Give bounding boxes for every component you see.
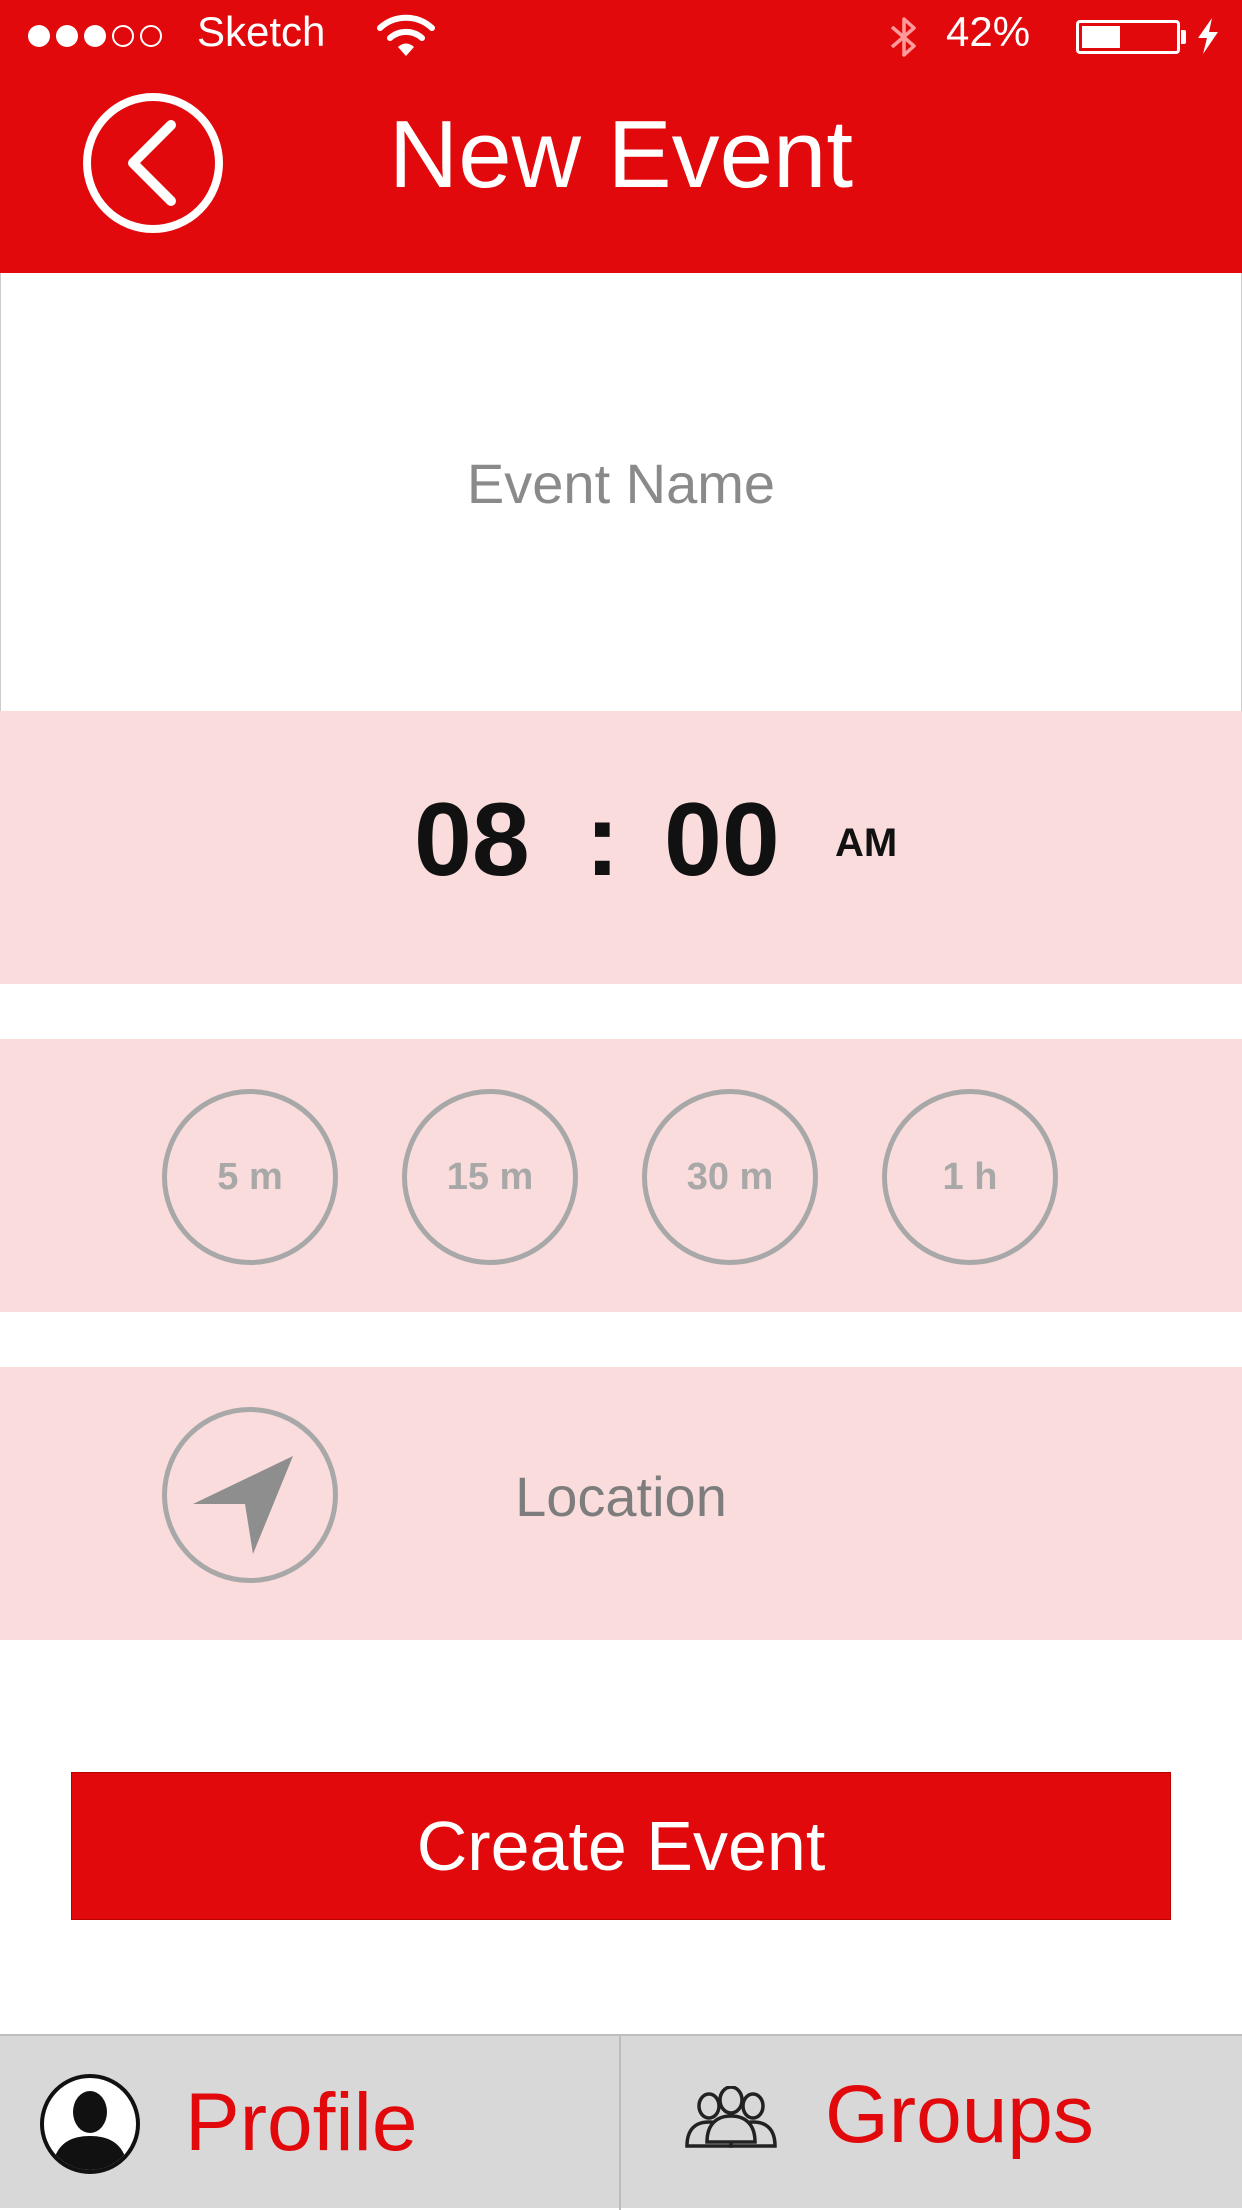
spacer: [0, 984, 1242, 1039]
duration-5m-button[interactable]: 5 m: [162, 1089, 338, 1265]
tab-groups-label: Groups: [825, 2069, 1094, 2160]
location-label: Location: [515, 1465, 727, 1528]
charging-bolt-icon: [1198, 18, 1218, 54]
spacer: [0, 1312, 1242, 1367]
page-title: New Event: [388, 101, 854, 208]
event-name-field[interactable]: Event Name: [0, 273, 1242, 711]
tab-bar: Profile Groups: [0, 2034, 1242, 2210]
battery-percent: 42%: [946, 8, 1031, 55]
time-separator: :: [585, 782, 620, 898]
battery-nub: [1181, 30, 1186, 44]
duration-15m-button[interactable]: 15 m: [402, 1089, 578, 1265]
bluetooth-icon: [890, 17, 916, 57]
create-event-button[interactable]: Create Event: [71, 1772, 1171, 1920]
time-picker[interactable]: 08 : 00 AM: [0, 711, 1242, 984]
am-pm-toggle[interactable]: AM: [835, 821, 897, 866]
location-field[interactable]: Location: [0, 1367, 1242, 1640]
duration-30m-button[interactable]: 30 m: [642, 1089, 818, 1265]
tab-profile-label: Profile: [185, 2077, 418, 2168]
tab-groups[interactable]: Groups: [621, 2036, 1242, 2210]
event-name-placeholder: Event Name: [466, 452, 776, 515]
minute-value[interactable]: 00: [664, 781, 780, 900]
duration-1h-button[interactable]: 1 h: [882, 1089, 1058, 1265]
signal-strength-icon: [28, 25, 162, 47]
tab-profile[interactable]: Profile: [0, 2036, 621, 2210]
hour-value[interactable]: 08: [414, 781, 530, 900]
battery-icon: [1076, 20, 1180, 54]
carrier-name: Sketch: [197, 8, 326, 55]
duration-options: 5 m 15 m 30 m 1 h: [0, 1039, 1242, 1312]
wifi-icon: [377, 14, 435, 56]
groups-icon: [685, 2086, 777, 2148]
profile-icon: [40, 2074, 140, 2174]
header: Sketch 42% New Event: [0, 0, 1242, 273]
status-bar: Sketch 42%: [0, 0, 1242, 72]
